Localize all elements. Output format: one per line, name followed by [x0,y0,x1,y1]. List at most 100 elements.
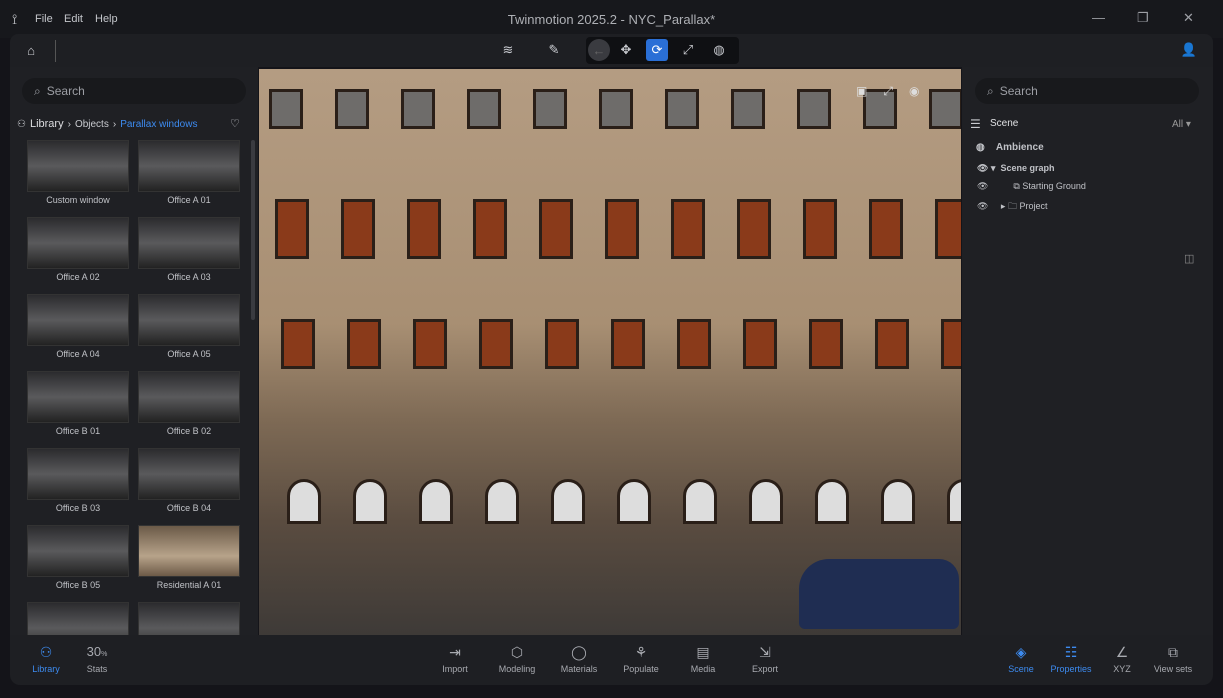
library-item-thumbnail[interactable] [138,602,240,635]
scene-graph-item[interactable]: 👁 ▾ Scene graph [977,163,1054,174]
building-window [881,479,915,524]
scene-search-input[interactable]: ⌕ Search [975,78,1199,104]
tab-materials[interactable]: ◯ Materials [552,644,606,674]
eyedropper-icon[interactable]: ✎ [543,39,565,61]
move-icon[interactable]: ✥ [615,39,637,61]
globe-icon[interactable]: ◍ [708,39,730,61]
view-sets-icon: ⧉ [1168,644,1178,660]
tab-import[interactable]: ⇥ Import [428,644,482,674]
library-item-label: Office B 03 [55,503,101,513]
building-window [803,199,837,259]
scrollbar[interactable] [251,140,255,320]
eye-icon[interactable]: ◉ [909,84,919,99]
export-icon: ⇲ [759,644,771,660]
library-item-thumbnail[interactable] [27,448,129,500]
list-icon: ☰ [970,117,981,131]
library-item-label: Office A 02 [56,272,100,282]
building-window [599,89,633,129]
breadcrumb: ⚇ Library › Objects › Parallax windows [17,118,198,130]
layers-icon[interactable]: ≋ [497,39,519,61]
tab-view-sets[interactable]: ⧉ View sets [1146,644,1200,674]
scene-heading: Scene [990,118,1019,129]
car [799,559,959,629]
back-icon[interactable]: ← [588,39,610,61]
tab-populate[interactable]: ⚘ Populate [614,644,668,674]
library-search-input[interactable]: ⌕ Search [22,78,246,104]
building-window [941,319,961,369]
library-item-thumbnail[interactable] [27,217,129,269]
building-window [611,319,645,369]
project-item[interactable]: 👁 ▸ 🗀 Project [977,199,1047,215]
building-window [797,89,831,129]
search-icon: ⌕ [34,83,41,98]
tab-properties[interactable]: ☷ Properties [1044,644,1098,674]
library-item-label: Office A 04 [56,349,100,359]
building-window [935,199,961,259]
building-window [671,199,705,259]
library-item-thumbnail[interactable] [27,294,129,346]
building-window [809,319,843,369]
library-item-label: Custom window [46,195,110,205]
library-icon: ⚇ [17,118,26,130]
breadcrumb-parallax-windows[interactable]: Parallax windows [120,119,197,130]
building-window [665,89,699,129]
building-window [605,199,639,259]
library-item-thumbnail[interactable] [27,525,129,577]
library-item-label: Office B 01 [55,426,101,436]
library-item-label: Office A 03 [167,272,211,282]
fullscreen-icon[interactable]: ⤢ [883,84,893,99]
building-window [929,89,961,129]
library-item-thumbnail[interactable] [27,140,129,192]
building-window [539,199,573,259]
user-icon[interactable]: 👤 [1178,39,1200,61]
home-icon[interactable]: ⌂ [20,39,42,61]
minimize-icon[interactable]: — [1092,10,1105,25]
properties-icon: ☷ [1064,644,1078,660]
breadcrumb-objects[interactable]: Objects [75,119,109,130]
ambience-item[interactable]: ◍ Ambience [976,142,1044,153]
library-tab[interactable]: ⚇ Library [19,644,73,674]
library-item-thumbnail[interactable] [138,140,240,192]
tab-xyz[interactable]: ∠ XYZ [1095,644,1149,674]
library-item-thumbnail[interactable] [27,371,129,423]
library-item-thumbnail[interactable] [138,448,240,500]
filter-dropdown[interactable]: All ▾ [1172,119,1191,130]
import-icon: ⇥ [449,644,461,660]
building-window [467,89,501,129]
library-item-thumbnail[interactable] [27,602,129,635]
screenshot-icon[interactable]: ▣ [856,84,867,99]
starting-ground-item[interactable]: 👁 ⧉ Starting Ground [977,181,1086,192]
library-item-thumbnail[interactable] [138,371,240,423]
media-icon: ▤ [696,644,710,660]
materials-icon: ◯ [571,644,587,660]
window-title: Twinmotion 2025.2 - NYC_Parallax* [507,12,716,27]
library-item-thumbnail[interactable] [138,217,240,269]
library-item-label: Office B 04 [166,503,212,513]
building-window [683,479,717,524]
tab-export[interactable]: ⇲ Export [738,644,792,674]
building-window [269,89,303,129]
breadcrumb-library[interactable]: Library [30,118,64,130]
library-item-thumbnail[interactable] [138,525,240,577]
favorite-icon[interactable]: ♡ [230,117,240,130]
building-window [479,319,513,369]
close-icon[interactable]: ✕ [1183,10,1194,26]
orbit-icon[interactable]: ⟳ [646,39,668,61]
3d-viewport[interactable] [259,69,961,635]
building-window [737,199,771,259]
restore-icon[interactable]: ❐ [1137,10,1149,26]
building-window [551,479,585,524]
panel-toggle-icon[interactable]: ◫ [1184,252,1194,265]
tab-scene[interactable]: ◈ Scene [994,644,1048,674]
library-item-thumbnail[interactable] [138,294,240,346]
building-window [749,479,783,524]
tab-media[interactable]: ▤ Media [676,644,730,674]
building-window [353,479,387,524]
search-icon: ⌕ [987,83,994,98]
library-item-label: Office B 05 [55,580,101,590]
scale-icon[interactable]: ⤢ [677,39,699,61]
building-window [617,479,651,524]
tab-modeling[interactable]: ⬡ Modeling [490,644,544,674]
library-item-label: Office B 02 [166,426,212,436]
stats-tab[interactable]: 30% Stats [70,644,124,674]
